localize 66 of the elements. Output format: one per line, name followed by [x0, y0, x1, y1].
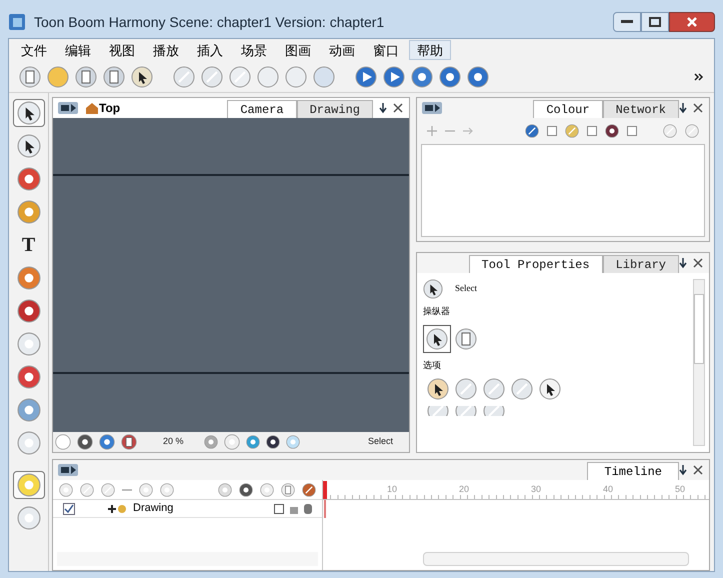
- play-icon[interactable]: [355, 66, 377, 88]
- close-icon[interactable]: [679, 257, 705, 269]
- panel-tab[interactable]: Colour: [533, 100, 603, 118]
- menu-item[interactable]: 插入: [189, 40, 231, 60]
- view-menu-icon[interactable]: [421, 101, 443, 115]
- tool-button[interactable]: [12, 99, 44, 127]
- menu-item[interactable]: 场景: [233, 40, 275, 60]
- close-icon[interactable]: [679, 464, 705, 476]
- close-icon[interactable]: [379, 102, 405, 114]
- current-tool-label: Select: [368, 435, 393, 448]
- maximize-icon: [649, 17, 661, 27]
- checkbox[interactable]: [274, 504, 284, 514]
- window-title: Toon Boom Harmony Scene: chapter1 Version: chapter1: [34, 12, 384, 32]
- menu-item[interactable]: 编辑: [57, 40, 99, 60]
- frame-scrollbar[interactable]: [423, 552, 689, 566]
- select-tool-icon[interactable]: [423, 279, 443, 299]
- checkbox[interactable]: [587, 126, 597, 136]
- maximize-button[interactable]: [641, 12, 669, 32]
- tool-button[interactable]: T: [12, 231, 44, 259]
- menu-item[interactable]: 窗口: [365, 40, 407, 60]
- close-button[interactable]: [669, 12, 715, 32]
- view-menu-icon[interactable]: [57, 101, 79, 115]
- ruler-number: 30: [530, 482, 542, 496]
- menu-item[interactable]: 文件: [13, 40, 55, 60]
- checkbox[interactable]: [547, 126, 557, 136]
- panel-tab[interactable]: Library: [602, 255, 679, 273]
- zoom-level[interactable]: 20 %: [163, 435, 184, 449]
- panel-tab[interactable]: Camera: [227, 100, 297, 118]
- plus-icon[interactable]: [427, 126, 437, 136]
- ruler-number: 10: [386, 482, 398, 496]
- checkbox[interactable]: [627, 126, 637, 136]
- menu-item[interactable]: 播放: [145, 40, 187, 60]
- checkbox[interactable]: [63, 502, 75, 514]
- menu-item[interactable]: 视图: [101, 40, 143, 60]
- menu-item[interactable]: 动画: [321, 40, 363, 60]
- app-icon: [8, 13, 26, 31]
- section-label: 操纵器: [423, 305, 451, 318]
- play-sound-icon[interactable]: [383, 66, 405, 88]
- panel-tab[interactable]: Timeline: [587, 462, 679, 480]
- toolbar-overflow-icon[interactable]: [694, 72, 704, 80]
- minimize-icon: [621, 20, 633, 24]
- select-icon: [426, 328, 448, 350]
- menu-item[interactable]: 图画: [277, 40, 319, 60]
- manipulator-button[interactable]: [423, 324, 451, 352]
- ruler-number: 40: [602, 482, 614, 496]
- menu-item[interactable]: 帮助: [409, 40, 451, 60]
- view-label: Top: [99, 100, 120, 117]
- close-icon: [686, 16, 698, 28]
- layer-name[interactable]: Drawing: [133, 500, 174, 517]
- home-icon: [85, 102, 99, 114]
- drawing-layer-icon: [107, 502, 127, 514]
- close-icon[interactable]: [679, 102, 705, 114]
- panel-tab[interactable]: Network: [602, 100, 679, 118]
- view-menu-icon[interactable]: [57, 463, 79, 477]
- colour-list[interactable]: [421, 144, 705, 237]
- scrollbar[interactable]: [693, 279, 705, 446]
- pointer-icon[interactable]: [539, 378, 561, 400]
- select-tool-icon: [16, 101, 40, 125]
- ruler-number: 50: [674, 482, 686, 496]
- tool-name: Select: [455, 282, 477, 296]
- ruler-number: 20: [458, 482, 470, 496]
- panel-tab[interactable]: Drawing: [296, 100, 373, 118]
- panel-tab[interactable]: Tool Properties: [468, 255, 603, 273]
- minimize-button[interactable]: [613, 12, 641, 32]
- section-label: 选项: [423, 358, 442, 372]
- playhead[interactable]: [323, 480, 327, 498]
